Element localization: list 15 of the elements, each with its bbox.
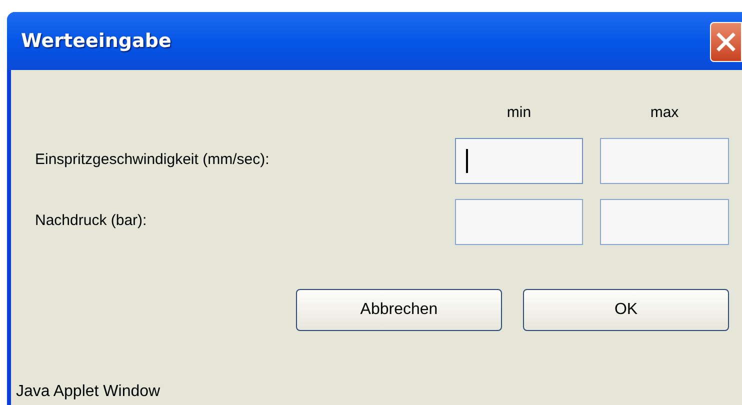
status-text: Java Applet Window — [16, 383, 160, 400]
field-label: Nachdruck (bar): — [34, 211, 147, 232]
close-button[interactable] — [710, 22, 742, 62]
input-field[interactable] — [600, 198, 729, 244]
input-field[interactable] — [455, 138, 583, 184]
dialog-button[interactable]: Abbrechen — [296, 288, 502, 330]
text-cursor — [466, 148, 468, 172]
input-field[interactable] — [600, 138, 729, 184]
window-title: Werteeingabe — [21, 28, 172, 54]
close-icon — [716, 32, 736, 52]
input-field[interactable] — [455, 198, 583, 244]
column-header: min — [506, 103, 532, 123]
column-header: max — [650, 103, 679, 123]
field-label: Einspritzgeschwindigkeit (mm/sec): — [34, 150, 270, 170]
dialog-button[interactable]: OK — [523, 288, 729, 330]
